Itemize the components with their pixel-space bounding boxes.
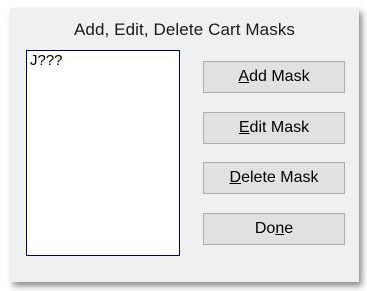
add-mask-button[interactable]: Add Mask <box>203 61 345 93</box>
cart-masks-dialog: Add, Edit, Delete Cart Masks J??? Add Ma… <box>10 8 359 282</box>
dialog-title: Add, Edit, Delete Cart Masks <box>73 20 296 39</box>
list-item[interactable]: J??? <box>27 51 179 71</box>
edit-mask-button[interactable]: Edit Mask <box>203 112 345 144</box>
mask-listbox[interactable]: J??? <box>26 50 180 256</box>
edit-mask-mnemonic: E <box>238 119 250 136</box>
delete-mask-mnemonic: D <box>229 169 242 186</box>
done-button[interactable]: Done <box>203 213 345 245</box>
add-mask-mnemonic: A <box>238 68 250 85</box>
done-mnemonic: n <box>275 220 285 237</box>
delete-mask-button[interactable]: Delete Mask <box>203 162 345 194</box>
